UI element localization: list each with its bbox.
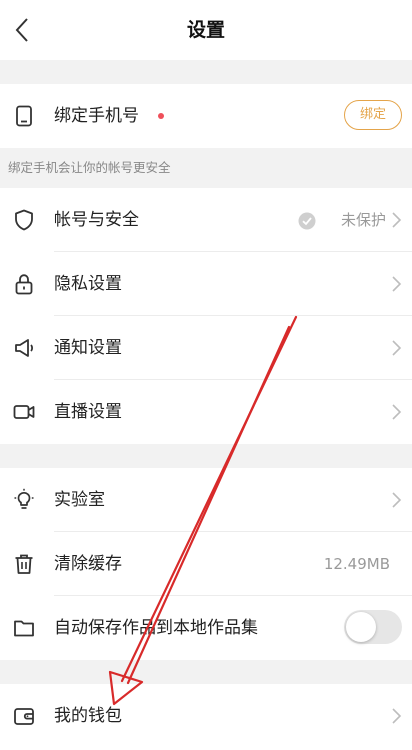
shield-icon <box>15 209 33 231</box>
settings-item-auto-save: 自动保存作品到本地作品集 <box>0 596 412 660</box>
settings-item-label: 帐号与安全 <box>54 210 139 230</box>
settings-item-label: 直播设置 <box>54 402 122 422</box>
settings-item-label: 自动保存作品到本地作品集 <box>54 618 258 638</box>
page-title: 设置 <box>186 19 225 41</box>
auto-save-toggle[interactable] <box>344 610 402 644</box>
megaphone-icon <box>15 339 34 357</box>
chevron-right-icon <box>392 340 402 356</box>
settings-item-label: 隐私设置 <box>54 274 122 294</box>
settings-item-wallet[interactable]: 我的钱包 <box>0 684 412 750</box>
bulb-icon <box>14 488 34 509</box>
toggle-knob <box>346 612 376 642</box>
settings-item-live[interactable]: 直播设置 <box>0 380 412 444</box>
folder-icon <box>14 620 34 637</box>
settings-item-clear-cache[interactable]: 清除缓存 12.49MB <box>0 532 412 596</box>
phone-icon <box>16 105 32 127</box>
settings-item-privacy[interactable]: 隐私设置 <box>0 252 412 316</box>
cache-size: 12.49MB <box>323 555 390 573</box>
top-bar: 设置 <box>0 0 412 60</box>
bind-hint-text: 绑定手机会让你的帐号更安全 <box>8 160 171 175</box>
chevron-right-icon <box>392 404 402 420</box>
settings-item-label: 通知设置 <box>54 338 122 358</box>
back-button[interactable] <box>8 14 36 46</box>
lock-icon <box>15 274 33 295</box>
notification-dot <box>158 113 164 119</box>
security-status: 未保护 <box>340 211 386 229</box>
camera-icon <box>13 405 35 419</box>
settings-item-notifications[interactable]: 通知设置 <box>0 316 412 380</box>
check-circle-icon <box>298 212 316 230</box>
back-arrow-icon <box>15 18 28 42</box>
settings-item-label: 清除缓存 <box>54 554 122 574</box>
settings-item-account-security[interactable]: 帐号与安全 未保护 <box>0 188 412 252</box>
chevron-right-icon <box>392 276 402 292</box>
chevron-right-icon <box>392 212 402 228</box>
settings-item-label: 我的钱包 <box>54 706 122 726</box>
chevron-right-icon <box>392 708 402 724</box>
bind-phone-label: 绑定手机号 <box>54 106 139 126</box>
chevron-right-icon <box>392 492 402 508</box>
settings-item-lab[interactable]: 实验室 <box>0 468 412 532</box>
settings-item-label: 实验室 <box>54 490 105 510</box>
trash-icon <box>15 554 33 574</box>
wallet-icon <box>14 708 34 725</box>
bind-button[interactable]: 绑定 <box>344 100 402 130</box>
bind-phone-row[interactable]: 绑定手机号 绑定 <box>0 84 412 148</box>
